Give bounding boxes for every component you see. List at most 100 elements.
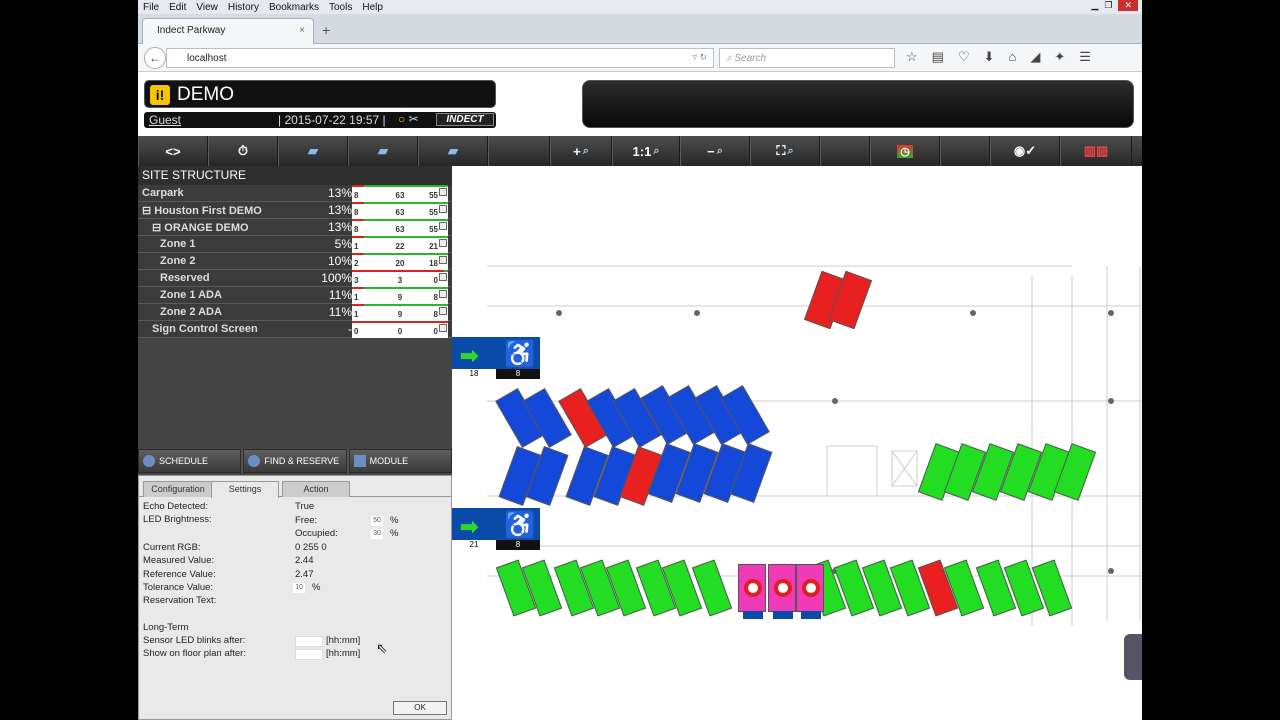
site-row-counts: 1 9 8	[352, 287, 448, 304]
zoom-out-button[interactable]: − ⌕	[680, 136, 750, 166]
side-handle[interactable]	[1124, 634, 1142, 680]
row-checkbox[interactable]	[439, 188, 447, 196]
reading-list-icon[interactable]: ▤	[932, 49, 944, 65]
reserved-bay[interactable]	[768, 564, 796, 619]
mouse-cursor-icon: ⇖	[376, 640, 388, 656]
zoom-fit-button[interactable]: ⛶ ⌕	[750, 136, 820, 166]
row-checkbox[interactable]	[439, 256, 447, 264]
title-bar: i! DEMO	[144, 80, 496, 108]
tab-module[interactable]: MODULE	[348, 449, 452, 473]
grid-button[interactable]: ▥▥	[1060, 136, 1132, 166]
nav-toggle-button[interactable]: <>	[138, 136, 208, 166]
menu-help[interactable]: Help	[362, 2, 383, 13]
show-label: Show on floor plan after:	[143, 648, 246, 659]
floor-icon: ▰	[448, 143, 458, 158]
minimize-icon[interactable]: ▁	[1091, 0, 1098, 11]
url-bar[interactable]: localhost ▿ ↻	[166, 48, 714, 68]
browser-tab[interactable]: Indect Parkway ×	[142, 18, 314, 44]
tab-close-icon[interactable]: ×	[299, 25, 305, 36]
row-checkbox[interactable]	[439, 239, 447, 247]
site-row[interactable]: ⊟ ORANGE DEMO 13% 8 63 55	[138, 219, 452, 236]
tab-action[interactable]: Action	[282, 481, 350, 497]
count-total: 63	[395, 208, 405, 217]
floor-2-button[interactable]: ▰	[348, 136, 418, 166]
site-row[interactable]: Zone 1 ADA 11% 1 9 8	[138, 287, 452, 304]
zoom-in-label: +	[573, 143, 581, 159]
back-button[interactable]: ←	[144, 47, 166, 69]
clock-icon: ◷	[897, 144, 913, 158]
find-icon	[248, 455, 261, 467]
fit-icon: ⛶	[776, 143, 786, 158]
row-checkbox[interactable]	[439, 324, 447, 332]
row-checkbox[interactable]	[439, 273, 447, 281]
floor-3-button[interactable]: ▰	[418, 136, 488, 166]
maximize-icon[interactable]: ❐	[1104, 0, 1112, 11]
occupancy-bar	[352, 253, 448, 255]
menu-file[interactable]: File	[143, 2, 159, 13]
addon-icon[interactable]: ✦	[1054, 49, 1065, 65]
history-button[interactable]: ◷	[870, 136, 940, 166]
tolerance-input[interactable]: 10	[293, 583, 305, 593]
menu-edit[interactable]: Edit	[169, 2, 186, 13]
reload-icon[interactable]: ▿ ↻	[692, 52, 707, 63]
measured-label: Measured Value:	[143, 555, 215, 566]
menu-bookmarks[interactable]: Bookmarks	[269, 2, 319, 13]
download-icon[interactable]: ⬇	[984, 49, 995, 65]
count-total: 63	[395, 225, 405, 234]
bookmark-star-icon[interactable]: ☆	[906, 49, 918, 65]
stopwatch-button[interactable]: ⏱	[208, 136, 278, 166]
floor-1-button[interactable]: ▰	[278, 136, 348, 166]
ada-guidance-sign[interactable]: ➡ ♿ 18 8	[452, 337, 540, 379]
zoom-in-button[interactable]: + ⌕	[550, 136, 612, 166]
site-row[interactable]: Carpark 13% 8 63 55	[138, 185, 452, 202]
row-checkbox[interactable]	[439, 222, 447, 230]
reserved-bay[interactable]	[796, 564, 824, 619]
toolbar-spacer	[488, 136, 550, 166]
pillar	[1108, 398, 1114, 404]
site-row-pct: 11%	[328, 288, 352, 302]
site-row[interactable]: Sign Control Screen -0 0 0	[138, 321, 452, 338]
tools-icon[interactable]: ○ ✂	[398, 112, 419, 126]
row-checkbox[interactable]	[439, 307, 447, 315]
search-input[interactable]: ⌕ Search	[719, 48, 895, 68]
site-row[interactable]: Reserved 100% 3 3 0	[138, 270, 452, 287]
new-tab-icon[interactable]: +	[322, 22, 330, 38]
ok-button[interactable]: OK	[393, 701, 447, 715]
menu-history[interactable]: History	[228, 2, 259, 13]
close-window-icon[interactable]: ✕	[1118, 0, 1138, 11]
occupied-input[interactable]: 30	[371, 529, 383, 539]
occupancy-red-bar	[352, 236, 364, 238]
pocket-icon[interactable]: ♡	[958, 49, 970, 65]
menu-tools[interactable]: Tools	[329, 2, 352, 13]
site-row[interactable]: ⊟ Houston First DEMO 13% 8 63 55	[138, 202, 452, 219]
floor-plan-map[interactable]: ➡ ♿ 18 8 ➡ ♿ 21 8	[452, 166, 1142, 720]
site-row[interactable]: Zone 1 5% 1 22 21	[138, 236, 452, 253]
free-input[interactable]: 50	[371, 516, 383, 526]
tab-find-reserve[interactable]: FIND & RESERVE	[243, 449, 347, 473]
url-text: localhost	[187, 53, 227, 64]
site-row-label: Reserved	[160, 272, 210, 284]
reserved-marker-icon	[774, 579, 792, 597]
home-icon[interactable]: ⌂	[1009, 49, 1017, 65]
blink-input[interactable]	[295, 636, 323, 647]
count-total: 3	[397, 276, 403, 285]
tab-schedule[interactable]: SCHEDULE	[138, 449, 242, 473]
share-icon[interactable]: ◢	[1030, 49, 1040, 65]
row-checkbox[interactable]	[439, 290, 447, 298]
tab-settings[interactable]: Settings	[211, 481, 279, 498]
reserved-bay[interactable]	[738, 564, 766, 619]
row-checkbox[interactable]	[439, 205, 447, 213]
site-row[interactable]: Zone 2 10% 2 20 18	[138, 253, 452, 270]
site-row[interactable]: Zone 2 ADA 11% 1 9 8	[138, 304, 452, 321]
ada-guidance-sign[interactable]: ➡ ♿ 21 8	[452, 508, 540, 550]
hamburger-menu-icon[interactable]: ☰	[1079, 49, 1091, 65]
info-icon[interactable]: i!	[150, 85, 170, 105]
tab-configuration[interactable]: Configuration	[143, 481, 213, 497]
show-input[interactable]	[295, 649, 323, 660]
visibility-button[interactable]: ◉✓	[990, 136, 1060, 166]
zoom-reset-button[interactable]: 1:1 ⌕	[612, 136, 680, 166]
sign-count-left: 21	[469, 540, 479, 549]
user-link[interactable]: Guest	[149, 113, 181, 127]
site-row-pct: 13%	[327, 220, 352, 234]
menu-view[interactable]: View	[196, 2, 218, 13]
